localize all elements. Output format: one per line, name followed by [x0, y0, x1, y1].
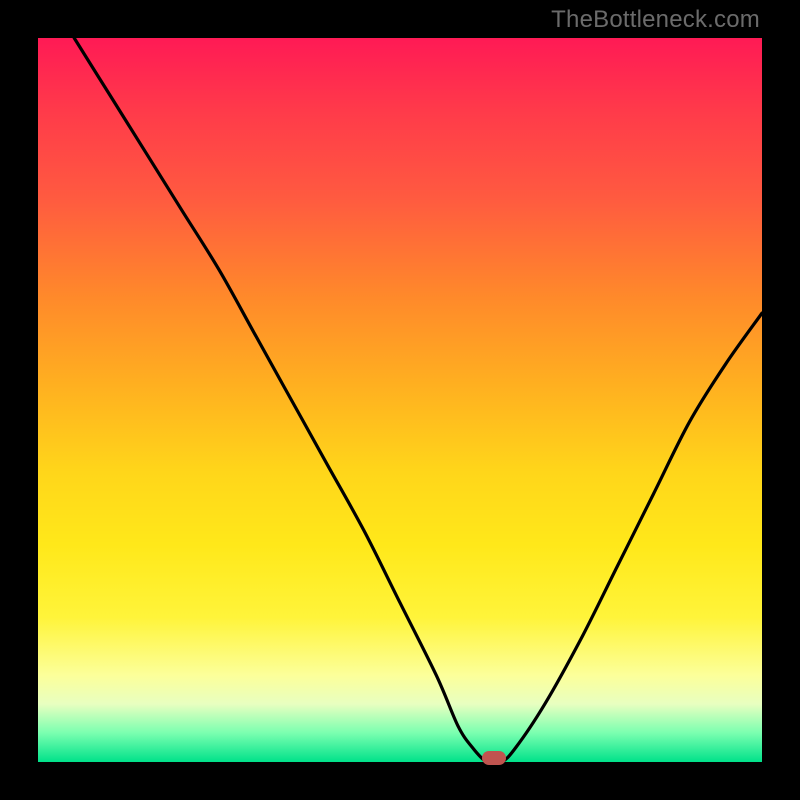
plot-area — [38, 38, 762, 762]
watermark-text: TheBottleneck.com — [551, 6, 760, 34]
bottleneck-curve — [38, 38, 762, 762]
chart-frame: TheBottleneck.com — [0, 0, 800, 800]
minimum-marker — [482, 751, 506, 765]
